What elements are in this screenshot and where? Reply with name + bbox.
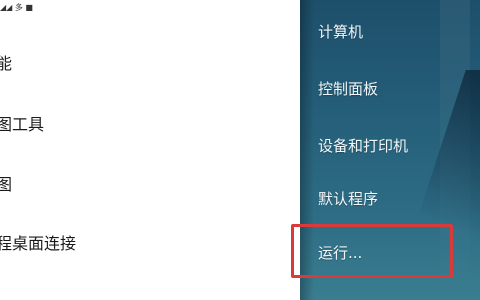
top-caption: ◢◢ 多 ■ — [0, 3, 33, 12]
program-item-paint[interactable]: 图 — [0, 170, 12, 200]
pane-shadow — [300, 0, 314, 300]
program-item[interactable]: 能 — [0, 49, 12, 79]
places-item-default-programs[interactable]: 默认程序 — [318, 185, 458, 213]
places-item-computer[interactable]: 计算机 — [318, 18, 458, 46]
program-item-snipping-tool[interactable]: 图工具 — [0, 110, 44, 140]
programs-pane: ◢◢ 多 ■ 能 图工具 图 程桌面连接 — [0, 0, 300, 300]
places-item-run[interactable]: 运行... — [318, 239, 458, 267]
places-item-control-panel[interactable]: 控制面板 — [318, 75, 458, 103]
program-item-remote-desktop[interactable]: 程桌面连接 — [0, 229, 76, 259]
start-menu-crop: ◢◢ 多 ■ 能 图工具 图 程桌面连接 计算机 控制面板 设备和打印机 默认程… — [0, 0, 480, 300]
places-item-devices-printers[interactable]: 设备和打印机 — [318, 132, 458, 160]
